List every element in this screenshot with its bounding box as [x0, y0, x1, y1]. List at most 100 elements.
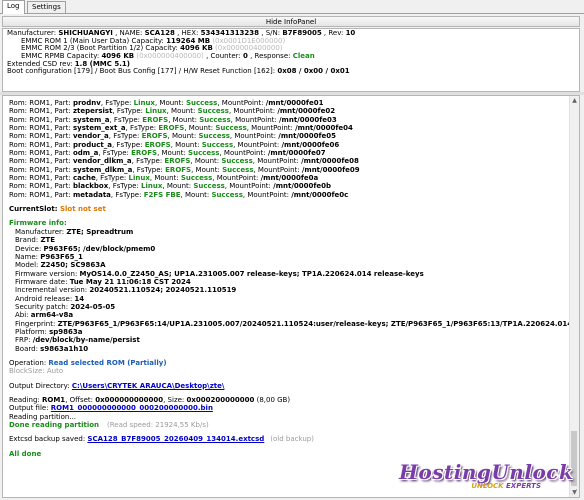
mountpoint-value: /mnt/0000fe0a [260, 174, 319, 183]
partition-line: Rom: ROM1, Part: ztepersist, FsType: Lin… [9, 107, 574, 115]
fstype-value: EROFS [144, 140, 171, 149]
boot-config-line: Boot configuration [179] / Boot Bus Conf… [7, 68, 575, 76]
log-scrollbar[interactable]: ▲ ▼ [569, 96, 579, 497]
firmware-row: Security patch: 2024-05-05 [9, 303, 574, 311]
firmware-row: Device: P963F65; /dev/block/pmem0 [9, 245, 574, 253]
mount-status: Success [193, 182, 225, 191]
watermark-sub1: UNLOCK [471, 482, 504, 490]
rpmb-capacity-hex: (0x000000400000) [134, 52, 204, 61]
log-panel: Rom: ROM1, Part: prodnv, FsType: Linux, … [2, 95, 580, 498]
fstype-value: EROFS [165, 165, 192, 174]
size-human: (8,00 GB) [254, 396, 291, 404]
mountpoint-label: , MountPoint: [230, 115, 279, 124]
firmware-key: Device: [15, 244, 44, 253]
mountpoint-label: , MountPoint: [217, 99, 266, 107]
fstype-label: , FsType: [125, 124, 159, 133]
fstype-value: EROFS [164, 157, 191, 166]
output-directory-line: Output Directory: C:\Users\CRYTEK ARAUCA… [9, 382, 574, 390]
fstype-value: Linux [145, 107, 167, 116]
partition-line: Rom: ROM1, Part: product_a, FsType: EROF… [9, 141, 574, 149]
mountpoint-value: /mnt/0000fe07 [267, 149, 326, 158]
reading-label: Reading: [9, 396, 42, 404]
fstype-label: , FsType: [98, 149, 132, 158]
backup-note: (old backup) [270, 435, 314, 444]
firmware-value: ZTE/P963F65_1/P963F65:14/UP1A.231005.007… [57, 319, 580, 328]
rev-label: , Rev: [321, 29, 346, 37]
output-file-link[interactable]: ROM1_000000000000_000200000000.bin [51, 404, 213, 412]
firmware-value: Z2450; SC9863A [40, 261, 106, 270]
partition-line: Rom: ROM1, Part: system_dlkm_a, FsType: … [9, 166, 574, 174]
firmware-key: Incremental version: [15, 286, 90, 295]
output-file-line: Output file: ROM1_000000000000_000200000… [9, 404, 574, 412]
firmware-row: Platform: sp9863a [9, 328, 574, 336]
mountpoint-label: , MountPoint: [242, 190, 292, 199]
done-reading-line: Done reading partition (Read speed: 21924… [9, 421, 574, 429]
mount-label: , Mount: [166, 107, 198, 116]
partition-list: Rom: ROM1, Part: prodnv, FsType: Linux, … [9, 99, 574, 199]
mount-status: Success [180, 174, 213, 183]
offset-value: 0x000000000000 [95, 396, 164, 404]
backup-label: Extcsd backup saved: [9, 435, 88, 444]
mount-label: , Mount: [170, 140, 202, 149]
operation-label: Operation: [9, 358, 49, 367]
mount-status: Success [215, 124, 247, 133]
firmware-value: s9863a1h10 [40, 344, 89, 353]
mount-status: Success [222, 165, 254, 174]
mount-label: , Mount: [149, 174, 181, 183]
partition-name: system_ext_a [72, 124, 126, 133]
fstype-value: EROFS [158, 124, 185, 133]
resize-grip-icon[interactable]: ⋰ [571, 488, 578, 496]
all-done-line: All done [9, 449, 42, 458]
firmware-key: FRP: [15, 336, 33, 345]
firmware-key: Manufacturer: [15, 227, 67, 236]
firmware-key: Android release: [15, 294, 75, 303]
watermark-logo: HostingUnlock UNLOCK EXPERTS [399, 461, 573, 491]
mount-label: , Mount: [168, 115, 200, 124]
fstype-label: , FsType: [131, 157, 165, 166]
firmware-key: Security patch: [15, 302, 71, 311]
tab-bar: Log Settings [0, 0, 584, 14]
partition-line: Rom: ROM1, Part: system_ext_a, FsType: E… [9, 124, 574, 132]
hide-infopanel-button[interactable]: Hide InfoPanel [2, 16, 580, 27]
firmware-row: Firmware version: MyOS14.0.0_Z2450_AS; U… [9, 270, 574, 278]
firmware-row: Fingerprint: ZTE/P963F65_1/P963F65:14/UP… [9, 320, 579, 328]
output-file-label: Output file: [9, 404, 51, 413]
response-label: , Response: [247, 52, 293, 61]
mount-status: Success [201, 140, 234, 149]
partition-line: Rom: ROM1, Part: blackbox, FsType: Linux… [9, 182, 574, 190]
firmware-key: Firmware date: [15, 277, 70, 286]
offset-label: , Offset: [65, 396, 96, 404]
fstype-label: , FsType: [100, 99, 134, 107]
mountpoint-value: /mnt/0000fe09 [301, 165, 360, 174]
tab-log[interactable]: Log [2, 0, 25, 14]
scroll-up-icon[interactable]: ▲ [570, 96, 579, 105]
tab-settings[interactable]: Settings [27, 1, 66, 13]
backup-link[interactable]: SCA128_B7F89005_20260409_134014.extcsd [87, 435, 264, 443]
mountpoint-label: , MountPoint: [246, 124, 296, 133]
firmware-key: Firmware version: [15, 269, 80, 278]
mountpoint-value: /mnt/0000fe06 [281, 140, 340, 149]
mount-label: , Mount: [190, 157, 222, 166]
mountpoint-label: , MountPoint: [228, 107, 278, 116]
partition-prefix: Rom: ROM1, Part: [9, 149, 73, 158]
firmware-row: Firmware date: Tue May 21 11:06:18 CST 2… [9, 278, 574, 286]
mount-label: , Mount: [180, 190, 212, 199]
mountpoint-value: /mnt/0000fe0c [291, 190, 349, 199]
operation-line: Operation: Read selected ROM (Partially) [9, 359, 574, 367]
response-value: Clean [292, 52, 315, 61]
firmware-list: Manufacturer: ZTE; Spreadtrum Brand: ZTE D… [9, 227, 579, 353]
partition-prefix: Rom: ROM1, Part: [9, 157, 73, 166]
mount-label: , Mount: [191, 165, 223, 174]
output-directory-link[interactable]: C:\Users\CRYTEK ARAUCA\Desktop\zte\ [72, 382, 225, 390]
partition-name: vendor_dlkm_a [72, 157, 132, 166]
firmware-value: 2024-05-05 [70, 302, 116, 311]
firmware-value: P963F65; /dev/block/pmem0 [43, 244, 156, 253]
firmware-row: Brand: ZTE [9, 236, 574, 244]
firmware-value: ZTE [40, 236, 56, 245]
counter-label: , Counter: [203, 52, 243, 61]
done-reading-label: Done reading partition [9, 421, 100, 430]
partition-prefix: Rom: ROM1, Part: [9, 99, 73, 107]
mountpoint-label: , MountPoint: [212, 174, 261, 183]
size-value: 0x000200000000 [186, 396, 255, 404]
mountpoint-label: , MountPoint: [233, 140, 282, 149]
